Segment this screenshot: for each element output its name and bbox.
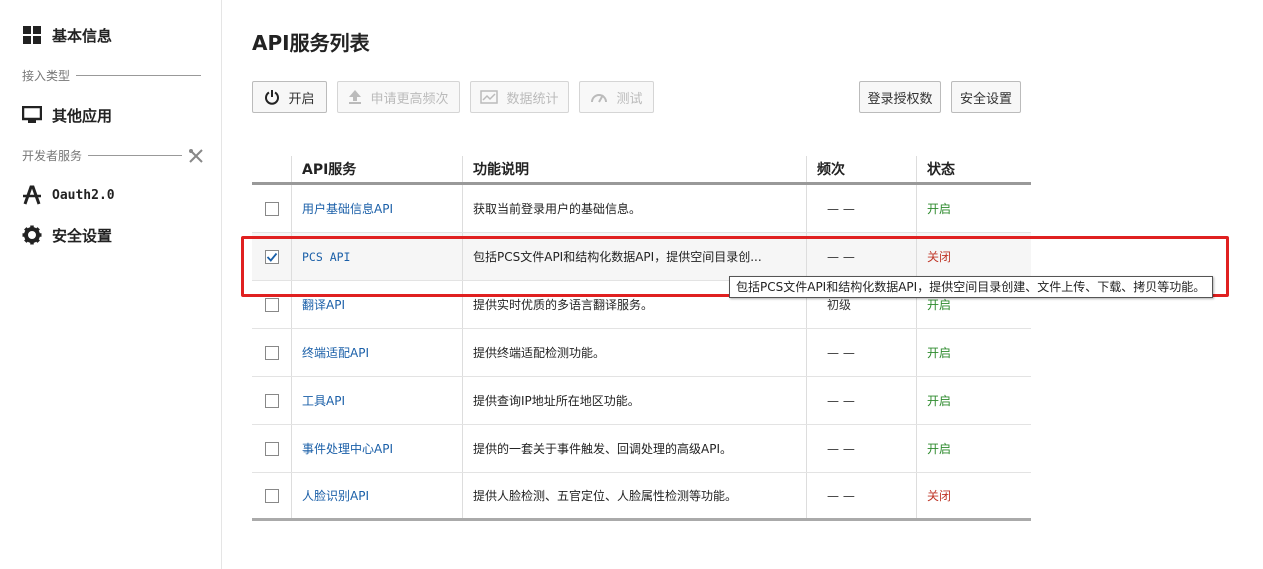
header-api-service: API服务 [291,156,462,182]
section-access-type: 接入类型 [22,67,202,84]
api-name-link[interactable]: 事件处理中心API [302,440,393,457]
login-auth-count-button[interactable]: 登录授权数 [859,81,941,113]
description-tooltip: 包括PCS文件API和结构化数据API，提供空间目录创建、文件上传、下载、拷贝等… [729,276,1213,298]
table-header: API服务 功能说明 频次 状态 [252,156,1031,185]
sidebar-item-other-apps[interactable]: 其他应用 [22,103,112,127]
apply-higher-frequency-button[interactable]: 申请更高频次 [337,81,460,113]
upload-icon [348,89,362,105]
table-row[interactable]: PCS API 包括PCS文件API和结构化数据API，提供空间目录创... — —… [252,233,1031,281]
api-name-cell: 人脸识别API [291,473,462,518]
divider [76,75,202,76]
monitor-icon [22,105,42,125]
data-stats-button[interactable]: 数据统计 [470,81,569,113]
api-name-cell: 事件处理中心API [291,425,462,472]
row-checkbox-cell [252,233,291,280]
api-name-cell: 工具API [291,377,462,424]
api-status: 开启 [916,377,1031,424]
sidebar: 基本信息 接入类型 其他应用 开发者服务 Oauth2.0 安全设置 [0,0,222,569]
row-checkbox-cell [252,329,291,376]
section-label: 接入类型 [22,69,71,83]
api-description: 提供查询IP地址所在地区功能。 [462,377,806,424]
sidebar-item-security[interactable]: 安全设置 [22,223,112,247]
api-name-cell: 终端适配API [291,329,462,376]
table-row[interactable]: 用户基础信息API 获取当前登录用户的基础信息。 — — 开启 [252,185,1031,233]
api-frequency: — — [806,425,916,472]
api-name-cell: 用户基础信息API [291,185,462,232]
divider [88,155,183,156]
gauge-icon [590,90,608,104]
row-checkbox[interactable] [264,488,279,503]
api-status: 关闭 [916,473,1031,518]
table-row[interactable]: 事件处理中心API 提供的一套关于事件触发、回调处理的高级API。 — — 开启 [252,425,1031,473]
row-checkbox-cell [252,185,291,232]
header-frequency: 频次 [806,156,916,182]
header-checkbox-col [252,156,291,182]
table-row[interactable]: 终端适配API 提供终端适配检测功能。 — — 开启 [252,329,1031,377]
grid-icon [22,25,42,45]
power-icon [264,89,280,105]
api-status: 开启 [916,329,1031,376]
row-checkbox[interactable] [264,297,279,312]
api-description: 提供人脸检测、五官定位、人脸属性检测等功能。 [462,473,806,518]
api-name-link[interactable]: 终端适配API [302,344,369,361]
security-settings-button[interactable]: 安全设置 [951,81,1021,113]
gear-icon [22,225,42,245]
sidebar-item-label: 安全设置 [52,226,113,245]
header-description: 功能说明 [462,156,806,182]
row-checkbox[interactable] [264,345,279,360]
open-button-label: 开启 [288,91,315,107]
api-status: 开启 [916,425,1031,472]
tools-icon [188,148,204,164]
api-name-cell: PCS API [291,233,462,280]
api-name-link[interactable]: 人脸识别API [302,487,369,504]
table-row[interactable]: 工具API 提供查询IP地址所在地区功能。 — — 开启 [252,377,1031,425]
api-frequency: — — [806,329,916,376]
row-checkbox[interactable] [264,441,279,456]
api-description: 提供的一套关于事件触发、回调处理的高级API。 [462,425,806,472]
table-body: 用户基础信息API 获取当前登录用户的基础信息。 — — 开启 PCS API 包括PCS… [252,185,1031,521]
sidebar-item-label: 基本信息 [52,26,113,45]
sidebar-item-oauth[interactable]: Oauth2.0 [22,183,115,207]
api-frequency: — — [806,377,916,424]
row-checkbox[interactable] [264,249,279,264]
section-developer-services: 开发者服务 [22,147,204,164]
row-checkbox[interactable] [264,201,279,216]
image-chart-icon [480,90,499,104]
api-status: 开启 [916,185,1031,232]
row-checkbox-cell [252,473,291,518]
apply-higher-frequency-label: 申请更高频次 [370,91,449,107]
api-name-link[interactable]: PCS API [302,250,350,264]
checkmark-icon [266,252,277,262]
api-name-link[interactable]: 翻译API [302,296,345,313]
api-name-link[interactable]: 工具API [302,392,345,409]
sidebar-item-label: Oauth2.0 [52,187,115,203]
test-button[interactable]: 测试 [579,81,654,113]
sidebar-item-basic-info[interactable]: 基本信息 [22,23,112,47]
row-checkbox-cell [252,281,291,328]
test-label: 测试 [616,91,643,107]
api-service-table: API服务 功能说明 频次 状态 用户基础信息API 获取当前登录用户的基础信息。… [252,156,1031,521]
page-title: API服务列表 [252,31,370,55]
api-description: 获取当前登录用户的基础信息。 [462,185,806,232]
header-status: 状态 [916,156,1031,182]
section-label: 开发者服务 [22,149,83,163]
api-name-link[interactable]: 用户基础信息API [302,200,393,217]
open-button[interactable]: 开启 [252,81,327,113]
api-frequency: — — [806,233,916,280]
row-checkbox-cell [252,425,291,472]
row-checkbox[interactable] [264,393,279,408]
api-description: 提供终端适配检测功能。 [462,329,806,376]
api-name-cell: 翻译API [291,281,462,328]
table-row[interactable]: 人脸识别API 提供人脸检测、五官定位、人脸属性检测等功能。 — — 关闭 [252,473,1031,521]
api-status: 关闭 [916,233,1031,280]
sidebar-item-label: 其他应用 [52,106,113,125]
api-frequency: — — [806,185,916,232]
oauth-icon [22,185,42,205]
row-checkbox-cell [252,377,291,424]
api-description: 包括PCS文件API和结构化数据API，提供空间目录创... [462,233,806,280]
data-stats-label: 数据统计 [506,91,559,107]
api-frequency: — — [806,473,916,518]
